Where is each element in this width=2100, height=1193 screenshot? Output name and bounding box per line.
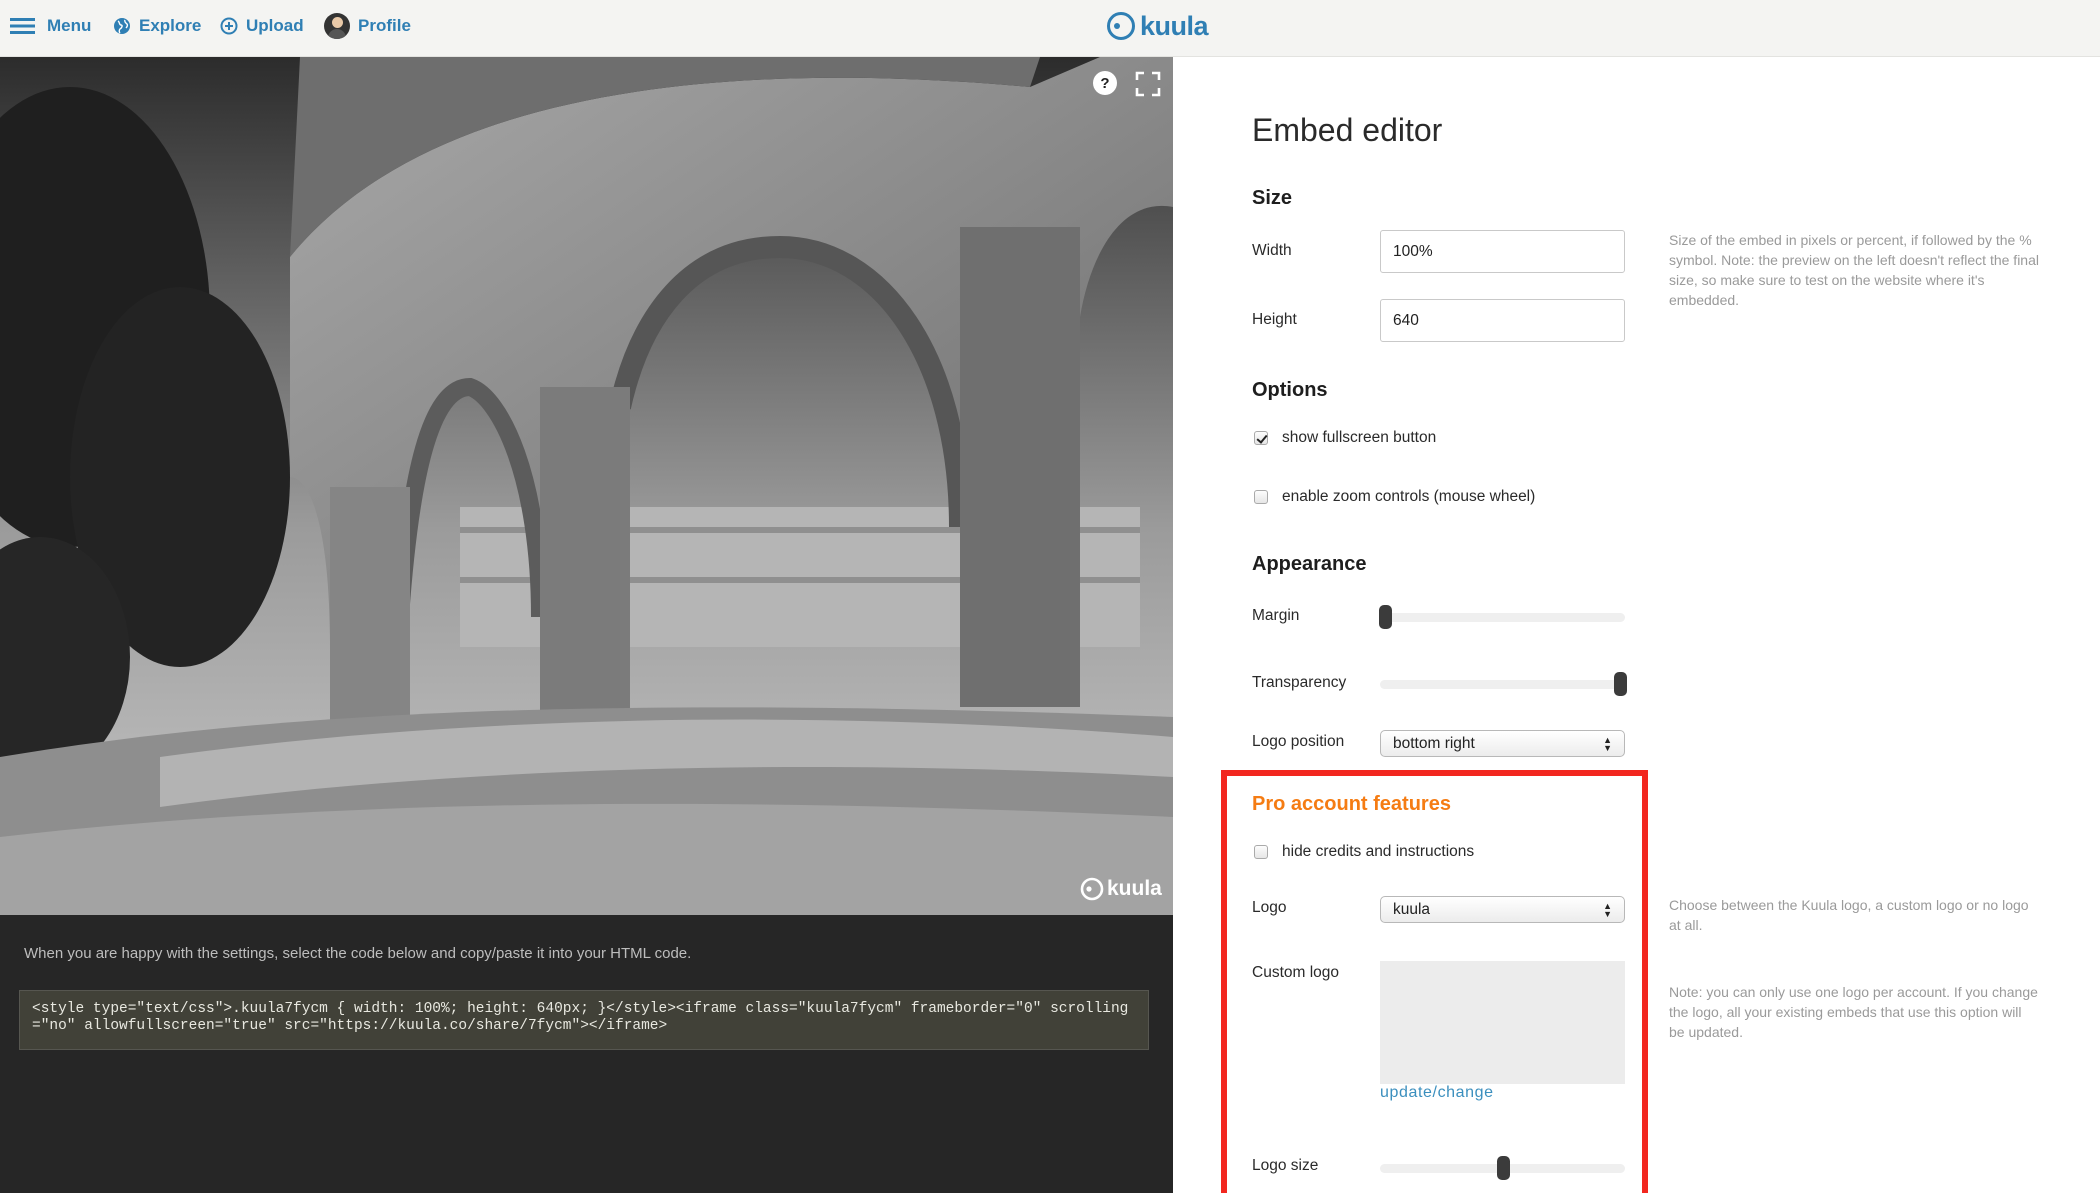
margin-label: Margin bbox=[1252, 607, 1300, 624]
kuula-logo[interactable]: kuula bbox=[1106, 8, 1209, 44]
custom-logo-dropzone[interactable] bbox=[1380, 961, 1625, 1084]
appearance-heading: Appearance bbox=[1252, 553, 1367, 575]
transparency-slider[interactable] bbox=[1380, 669, 1628, 699]
hide-credits-checkbox[interactable] bbox=[1254, 845, 1268, 859]
kuula-circle-icon bbox=[1080, 877, 1104, 901]
logo-select[interactable]: kuula ▲ ▼ bbox=[1380, 896, 1625, 923]
embed-code-textarea[interactable]: <style type="text/css">.kuula7fycm { wid… bbox=[19, 990, 1149, 1050]
logo-size-slider[interactable] bbox=[1380, 1153, 1625, 1183]
select-arrows-icon: ▲ ▼ bbox=[1603, 900, 1612, 919]
width-input[interactable] bbox=[1380, 230, 1625, 273]
profile-link[interactable]: Profile bbox=[324, 0, 411, 52]
explore-link[interactable]: Explore bbox=[113, 0, 201, 52]
explore-label: Explore bbox=[139, 16, 202, 35]
transparency-label: Transparency bbox=[1252, 674, 1347, 691]
transparency-slider-thumb[interactable] bbox=[1614, 672, 1628, 696]
panorama-image bbox=[0, 57, 1173, 915]
margin-slider-track bbox=[1380, 613, 1625, 622]
margin-slider-thumb[interactable] bbox=[1378, 605, 1392, 629]
zoom-checkbox-row[interactable]: enable zoom controls (mouse wheel) bbox=[1254, 488, 1535, 506]
hide-credits-checkbox-row[interactable]: hide credits and instructions bbox=[1254, 843, 1474, 861]
logo-position-select[interactable]: bottom right ▲ ▼ bbox=[1380, 730, 1625, 757]
logo-size-label: Logo size bbox=[1252, 1157, 1319, 1174]
top-navigation-bar: Menu Explore Upload Profile kuula bbox=[0, 0, 2100, 57]
size-help-text: Size of the embed in pixels or percent, … bbox=[1669, 232, 2039, 308]
embed-editor-panel: Embed editor Size Width Height Size of t… bbox=[1173, 57, 2100, 1193]
logo-label: Logo bbox=[1252, 899, 1287, 916]
fullscreen-checkbox-label: show fullscreen button bbox=[1282, 429, 1437, 446]
code-instructions: When you are happy with the settings, se… bbox=[24, 945, 692, 962]
options-heading: Options bbox=[1252, 379, 1328, 401]
logo-size-slider-thumb[interactable] bbox=[1496, 1156, 1510, 1180]
custom-logo-help-text: Note: you can only use one logo per acco… bbox=[1669, 984, 2038, 1040]
help-icon: ? bbox=[1100, 74, 1110, 92]
fullscreen-checkbox[interactable] bbox=[1254, 431, 1268, 445]
upload-plus-icon bbox=[220, 17, 238, 35]
watermark-text: kuula bbox=[1107, 877, 1162, 900]
kuula-circle-icon bbox=[1107, 12, 1135, 40]
logo-select-value: kuula bbox=[1393, 900, 1431, 918]
hamburger-icon bbox=[10, 18, 35, 34]
panorama-preview[interactable]: ? kuula bbox=[0, 57, 1173, 915]
embed-code-panel: When you are happy with the settings, se… bbox=[0, 915, 1173, 1193]
size-heading: Size bbox=[1252, 187, 1293, 209]
menu-button[interactable]: Menu bbox=[10, 0, 91, 52]
brand-name: kuula bbox=[1140, 10, 1209, 41]
zoom-checkbox[interactable] bbox=[1254, 490, 1268, 504]
height-label: Height bbox=[1252, 311, 1297, 328]
logo-help-text: Choose between the Kuula logo, a custom … bbox=[1669, 897, 2029, 933]
select-arrows-icon: ▲ ▼ bbox=[1603, 734, 1612, 753]
fullscreen-icon[interactable] bbox=[1135, 71, 1161, 97]
hide-credits-label: hide credits and instructions bbox=[1282, 843, 1475, 860]
profile-label: Profile bbox=[358, 16, 411, 35]
preview-watermark-logo: kuula bbox=[1080, 877, 1162, 901]
menu-label: Menu bbox=[47, 16, 92, 35]
height-input[interactable] bbox=[1380, 299, 1625, 342]
logo-position-value: bottom right bbox=[1393, 734, 1475, 752]
fullscreen-checkbox-row[interactable]: show fullscreen button bbox=[1254, 429, 1436, 447]
upload-link[interactable]: Upload bbox=[220, 0, 304, 52]
pro-features-heading: Pro account features bbox=[1252, 793, 1451, 815]
zoom-checkbox-label: enable zoom controls (mouse wheel) bbox=[1282, 488, 1536, 505]
help-button[interactable]: ? bbox=[1093, 71, 1117, 95]
margin-slider[interactable] bbox=[1378, 602, 1625, 632]
update-change-link[interactable]: update/change bbox=[1380, 1084, 1494, 1102]
page-title: Embed editor bbox=[1252, 112, 1443, 148]
upload-label: Upload bbox=[246, 16, 304, 35]
transparency-slider-track bbox=[1380, 680, 1625, 689]
width-label: Width bbox=[1252, 242, 1292, 259]
custom-logo-label: Custom logo bbox=[1252, 964, 1340, 981]
logo-position-label: Logo position bbox=[1252, 733, 1345, 750]
avatar bbox=[324, 13, 350, 39]
globe-icon bbox=[114, 18, 130, 34]
